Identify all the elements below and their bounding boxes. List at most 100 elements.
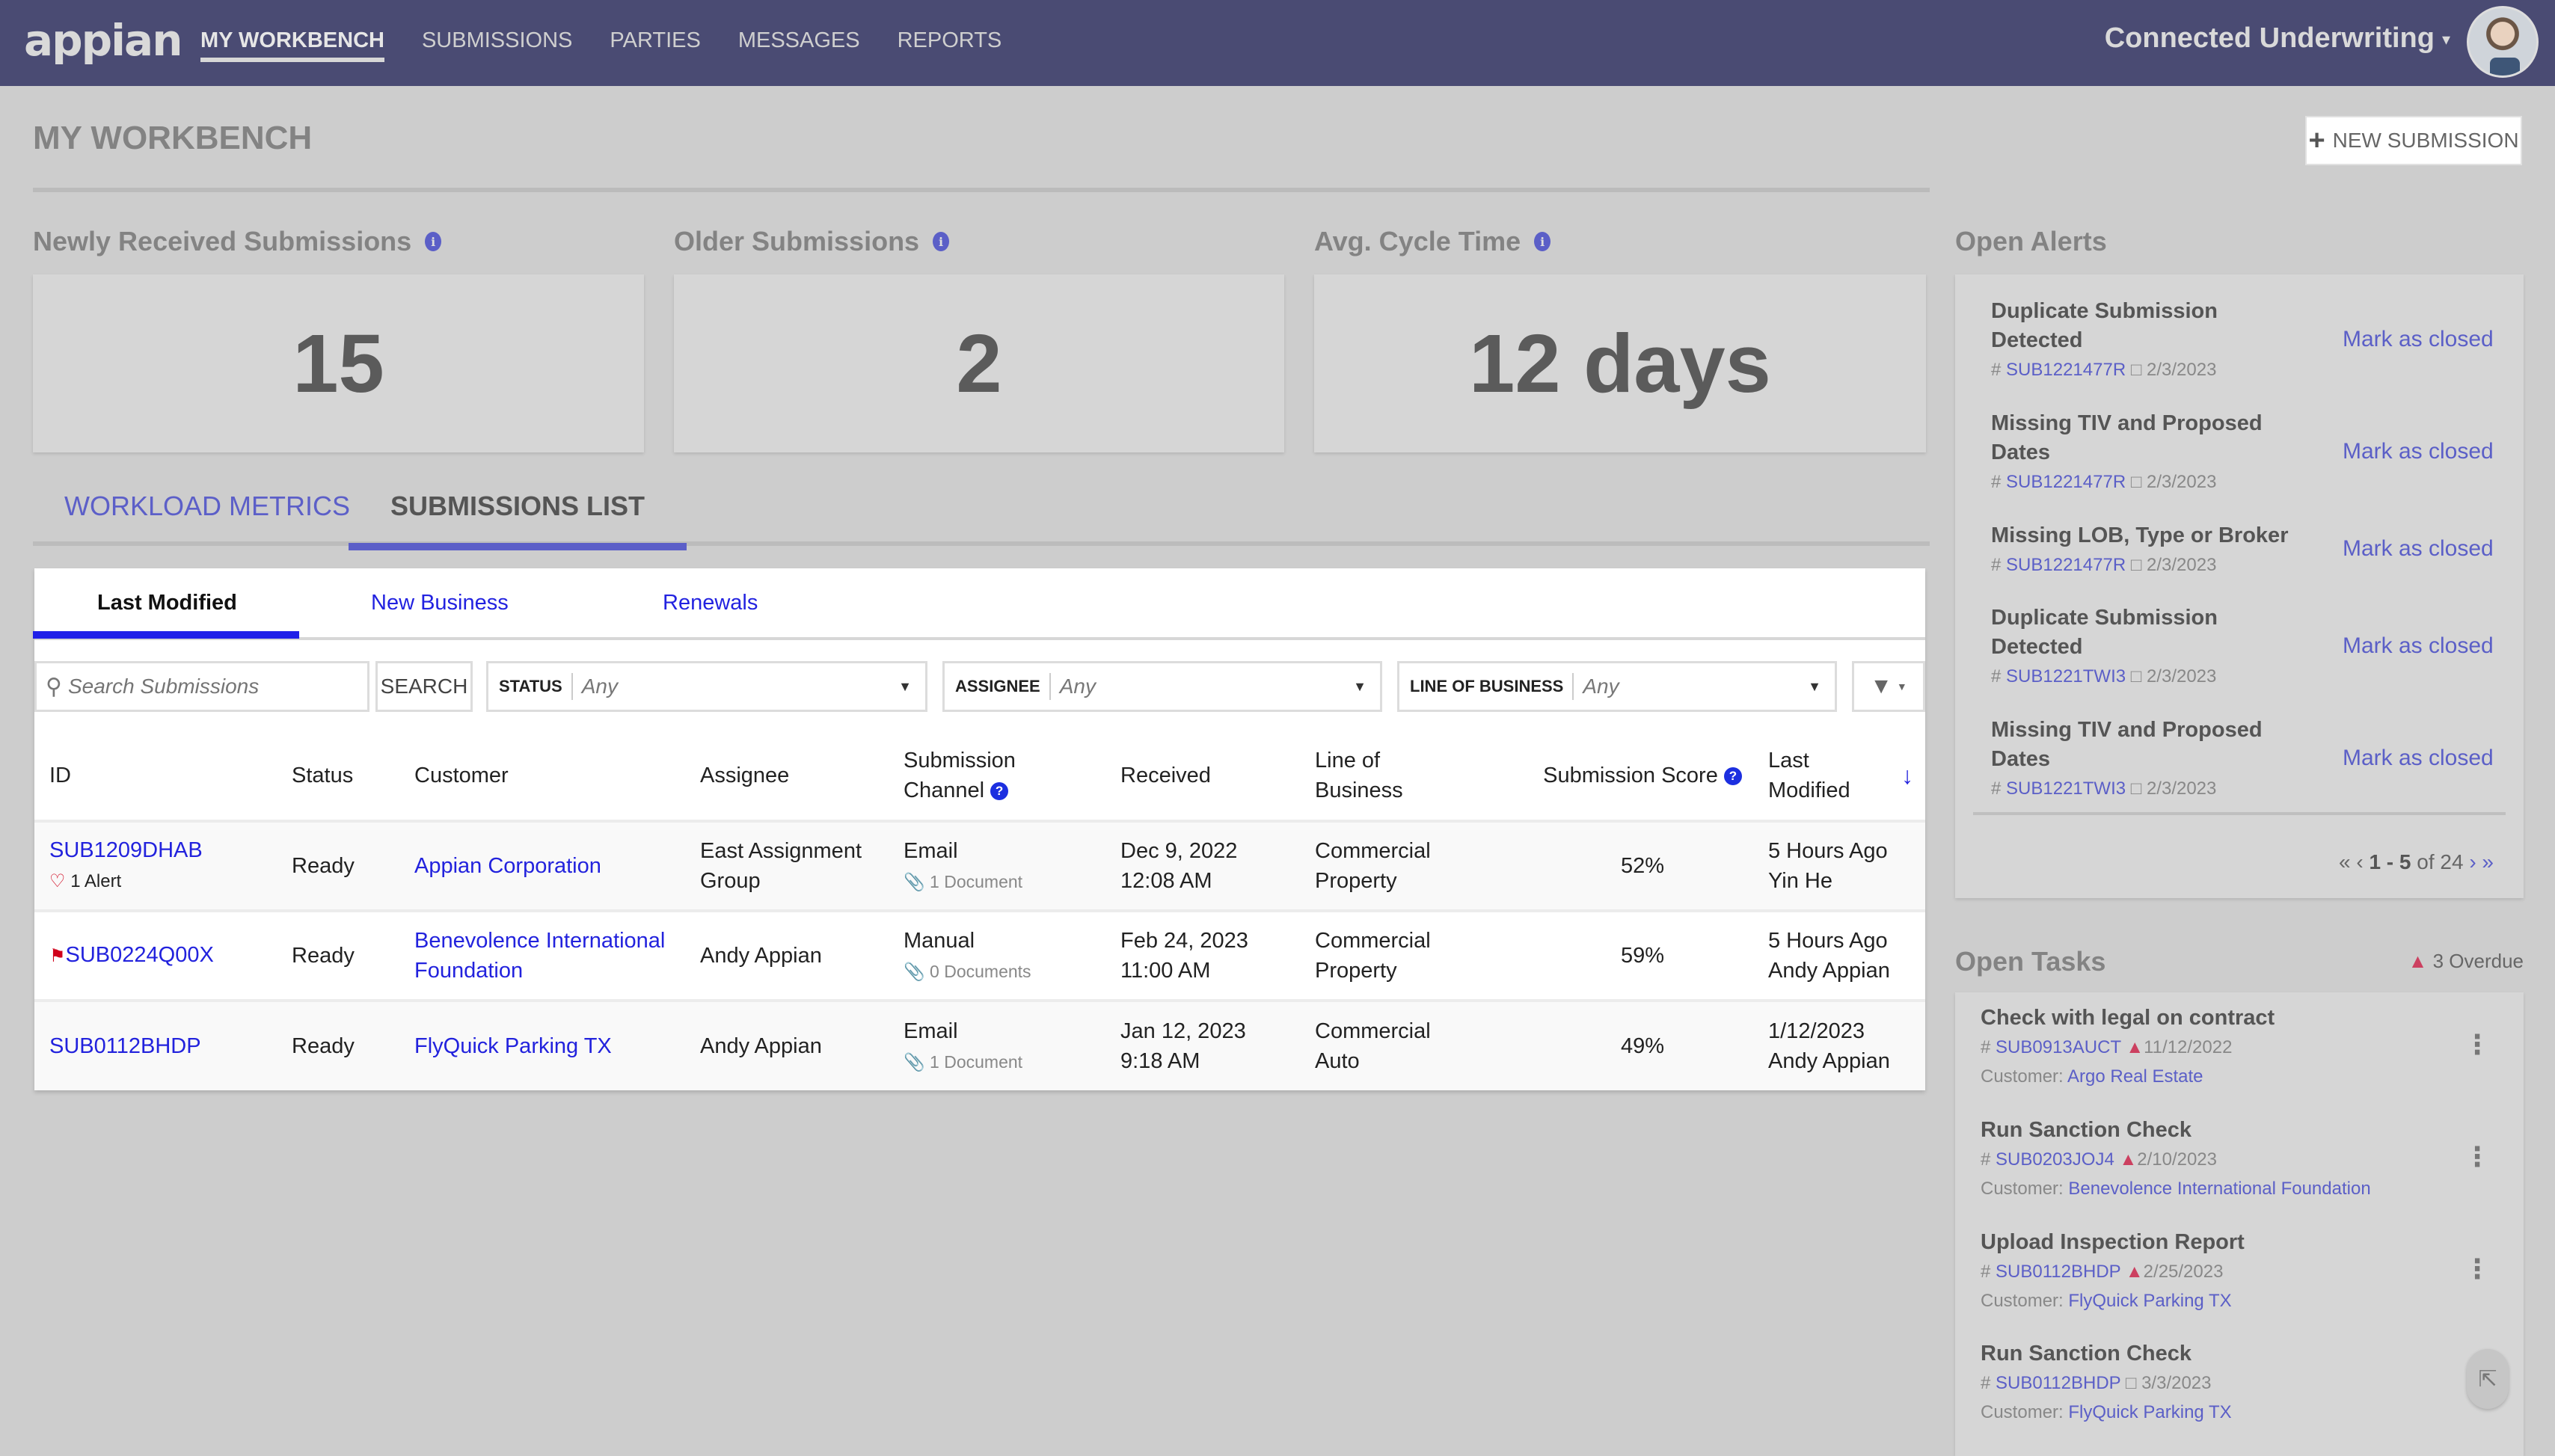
task-submission-link[interactable]: SUB0112BHDP: [1996, 1262, 2120, 1282]
more-options-icon[interactable]: ⋮: [2464, 1031, 2491, 1058]
site-switcher[interactable]: Connected Underwriting ▾: [2105, 22, 2450, 55]
col-label-line: Business: [1315, 778, 1403, 802]
calendar-icon: □: [2130, 555, 2142, 575]
task-submission-link[interactable]: SUB0203JOJ4: [1996, 1149, 2114, 1170]
document-count[interactable]: 1 Document: [930, 872, 1022, 891]
task-submission-link[interactable]: SUB0913AUCT: [1996, 1037, 2121, 1057]
cell-score: 52%: [1517, 820, 1768, 911]
nav-reports[interactable]: REPORTS: [898, 0, 1002, 86]
new-submission-label: NEW SUBMISSION: [2332, 129, 2519, 152]
alert-submission-link[interactable]: SUB1221477R: [2006, 472, 2126, 492]
status-filter[interactable]: STATUS Any ▼: [486, 661, 927, 712]
floating-action-button[interactable]: ⇱: [2467, 1349, 2509, 1409]
search-input[interactable]: [67, 675, 352, 698]
col-assignee[interactable]: Assignee: [700, 731, 904, 821]
user-avatar[interactable]: [2467, 6, 2539, 78]
assignee-filter-value: Any: [1059, 675, 1096, 698]
mark-as-closed-link[interactable]: Mark as closed: [2343, 439, 2494, 464]
col-line-of-business[interactable]: Line of Business: [1315, 731, 1517, 821]
col-status[interactable]: Status: [292, 731, 414, 821]
nav-submissions[interactable]: SUBMISSIONS: [422, 0, 572, 86]
task-submission-link[interactable]: SUB0112BHDP: [1996, 1373, 2120, 1393]
alert-item: Duplicate Submission Detected # SUB1221T…: [1991, 603, 2500, 687]
info-icon[interactable]: i: [933, 232, 950, 251]
cell-id: SUB0112BHDP: [34, 999, 292, 1090]
help-icon[interactable]: ?: [990, 782, 1009, 801]
alert-title: Missing TIV and Proposed Dates: [1991, 411, 2263, 464]
submission-id-link[interactable]: SUB0224Q00X: [66, 943, 214, 967]
calendar-icon: □: [2130, 778, 2142, 799]
task-customer-link[interactable]: FlyQuick Parking TX: [2068, 1291, 2231, 1311]
info-icon[interactable]: i: [1534, 232, 1551, 251]
col-submission-score[interactable]: Submission Score ?: [1517, 731, 1768, 821]
col-label-line: Channel: [904, 778, 985, 802]
col-last-modified[interactable]: Last Modified ↓: [1768, 731, 1925, 821]
filter-menu-button[interactable]: ▼ ▼: [1852, 661, 1925, 712]
alert-submission-link[interactable]: SUB1221TWI3: [2006, 778, 2126, 799]
tab-workload-metrics[interactable]: WORKLOAD METRICS: [64, 491, 350, 522]
subtab-last-modified[interactable]: Last Modified: [33, 591, 299, 639]
customer-link[interactable]: FlyQuick Parking TX: [414, 1034, 612, 1058]
task-customer-link[interactable]: Benevolence International Foundation: [2068, 1179, 2370, 1199]
alert-title: Duplicate Submission Detected: [1991, 606, 2218, 659]
sort-descending-icon[interactable]: ↓: [1901, 761, 1913, 790]
task-date: 2/10/2023: [2137, 1149, 2218, 1170]
customer-link[interactable]: Appian Corporation: [414, 854, 601, 878]
mark-as-closed-link[interactable]: Mark as closed: [2343, 327, 2494, 352]
mark-as-closed-link[interactable]: Mark as closed: [2343, 746, 2494, 771]
main-nav: MY WORKBENCH SUBMISSIONS PARTIES MESSAGE…: [200, 0, 1002, 86]
alert-submission-link[interactable]: SUB1221477R: [2006, 555, 2126, 575]
task-title[interactable]: Check with legal on contract: [1981, 1003, 2504, 1033]
new-submission-button[interactable]: + NEW SUBMISSION: [2305, 116, 2522, 165]
alert-date: 2/3/2023: [2147, 555, 2217, 575]
submission-id-link[interactable]: SUB0112BHDP: [49, 1034, 201, 1058]
mark-as-closed-link[interactable]: Mark as closed: [2343, 633, 2494, 659]
prev-page-icon[interactable]: ‹: [2356, 850, 2363, 873]
col-id[interactable]: ID: [34, 731, 292, 821]
task-item: Check with legal on contract # SUB0913AU…: [1981, 1003, 2504, 1091]
received-date: Dec 9, 2022: [1120, 839, 1238, 863]
appian-logo[interactable]: appian: [24, 15, 182, 66]
table-row: SUB0112BHDP Ready FlyQuick Parking TX An…: [34, 999, 1925, 1090]
subtab-renewals[interactable]: Renewals: [663, 591, 758, 615]
next-page-icon[interactable]: ›: [2469, 850, 2476, 873]
document-count[interactable]: 1 Document: [930, 1052, 1022, 1072]
nav-parties[interactable]: PARTIES: [610, 0, 700, 86]
nav-messages[interactable]: MESSAGES: [738, 0, 860, 86]
document-count[interactable]: 0 Documents: [930, 962, 1031, 981]
metric-card-older: 2: [674, 274, 1284, 452]
col-submission-channel[interactable]: Submission Channel ?: [904, 731, 1120, 821]
col-received[interactable]: Received: [1120, 731, 1315, 821]
last-page-icon[interactable]: »: [2482, 850, 2494, 873]
modified-by: Andy Appian: [1768, 1049, 1890, 1073]
more-options-icon[interactable]: ⋮: [2464, 1143, 2491, 1170]
more-options-icon[interactable]: ⋮: [2464, 1256, 2491, 1283]
task-customer-link[interactable]: Argo Real Estate: [2067, 1066, 2203, 1087]
submission-id-link[interactable]: SUB1209DHAB: [49, 838, 203, 862]
task-title[interactable]: Run Sanction Check: [1981, 1115, 2504, 1145]
alert-count[interactable]: ♡ 1 Alert: [49, 871, 121, 891]
info-icon[interactable]: i: [425, 232, 442, 251]
alert-submission-link[interactable]: SUB1221TWI3: [2006, 666, 2126, 686]
help-icon[interactable]: ?: [1723, 767, 1742, 786]
tab-submissions-list[interactable]: SUBMISSIONS LIST: [348, 491, 687, 550]
subtab-new-business[interactable]: New Business: [371, 591, 509, 615]
cell-score: 59%: [1517, 909, 1768, 1001]
lob-filter[interactable]: LINE OF BUSINESS Any ▼: [1397, 661, 1837, 712]
task-customer-link[interactable]: FlyQuick Parking TX: [2068, 1402, 2231, 1422]
assignee-filter[interactable]: ASSIGNEE Any ▼: [942, 661, 1382, 712]
customer-link[interactable]: Benevolence International Foundation: [414, 929, 665, 983]
alert-submission-link[interactable]: SUB1221477R: [2006, 360, 2126, 380]
nav-my-workbench[interactable]: MY WORKBENCH: [200, 0, 384, 86]
search-button[interactable]: SEARCH: [375, 661, 473, 712]
alert-item: Duplicate Submission Detected # SUB12214…: [1991, 297, 2500, 381]
col-customer[interactable]: Customer: [414, 731, 700, 821]
first-page-icon[interactable]: «: [2339, 850, 2351, 873]
col-label-line: Submission: [904, 749, 1016, 772]
task-title[interactable]: Upload Inspection Report: [1981, 1227, 2504, 1257]
mark-as-closed-link[interactable]: Mark as closed: [2343, 536, 2494, 562]
search-field[interactable]: ⚲: [34, 661, 369, 712]
filter-bar: ⚲ SEARCH STATUS Any ▼ ASSIGNEE Any ▼ LIN…: [34, 661, 1925, 713]
task-title[interactable]: Run Sanction Check: [1981, 1339, 2504, 1369]
cell-id: SUB1209DHAB ♡ 1 Alert: [34, 820, 292, 911]
